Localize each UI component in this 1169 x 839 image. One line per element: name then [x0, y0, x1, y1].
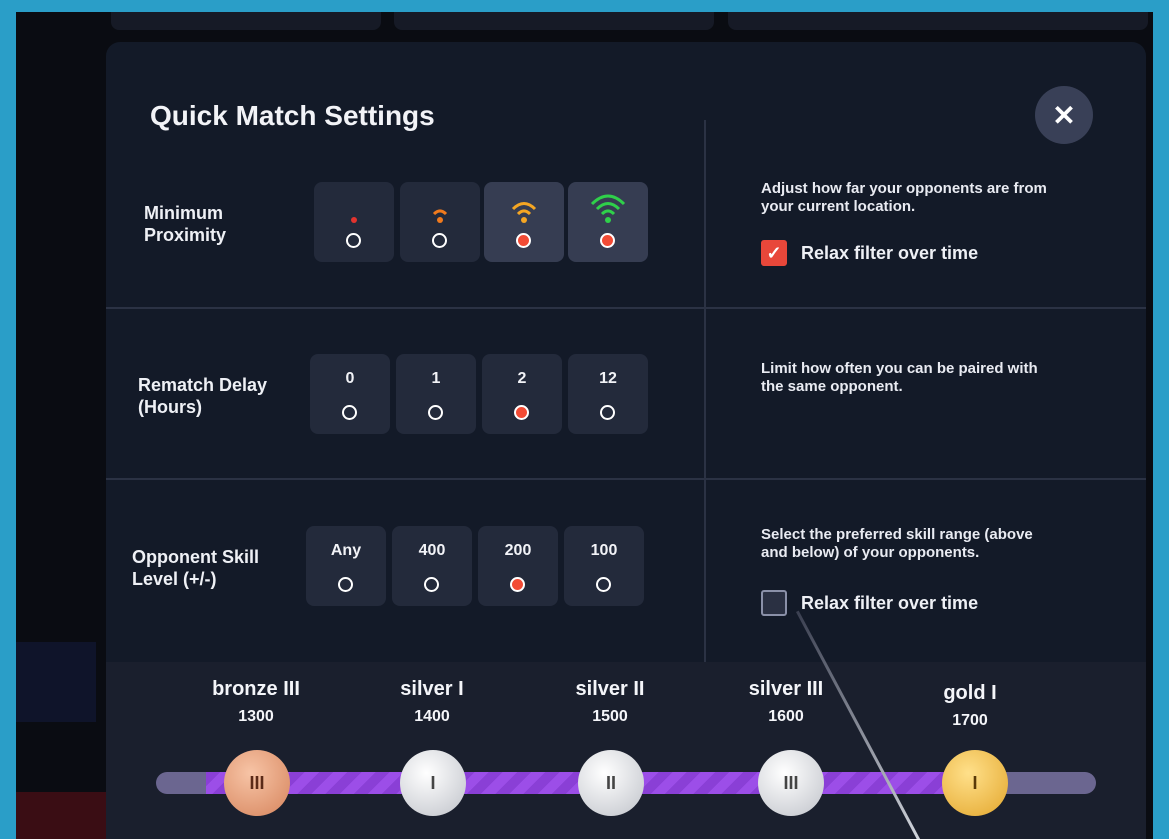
rematch-radio-0[interactable]: [342, 405, 357, 420]
quick-match-settings-dialog: Quick Match Settings ✕ Minimum Proximity: [106, 42, 1146, 839]
medal-label: III: [783, 772, 799, 793]
medal-label: III: [249, 772, 265, 793]
proximity-label: Minimum Proximity: [144, 202, 226, 246]
rank-name-silver-ii: silver II: [575, 678, 645, 700]
signal-3-icon: [511, 202, 537, 223]
skill-label: Opponent Skill Level (+/-): [132, 546, 259, 590]
skill-radio-100[interactable]: [596, 577, 611, 592]
rank-name-bronze-iii: bronze III: [212, 678, 300, 700]
skill-option-200[interactable]: 200: [478, 526, 558, 606]
skill-option-label: Any: [330, 542, 362, 559]
top-tab-right[interactable]: [728, 12, 1148, 30]
skill-range-fill: [206, 772, 946, 794]
skill-option-label: 400: [418, 542, 446, 559]
skill-label-line1: Opponent Skill: [132, 547, 260, 567]
skill-radio-any[interactable]: [338, 577, 353, 592]
rank-medal-silver-i[interactable]: I: [400, 750, 466, 816]
rank-score-1500: 1500: [592, 708, 628, 725]
skill-option-label: 100: [590, 542, 618, 559]
rematch-label-line1: Rematch Delay: [138, 375, 268, 395]
proximity-radio-1[interactable]: [346, 233, 361, 248]
skill-option-any[interactable]: Any: [306, 526, 386, 606]
rank-medal-silver-ii[interactable]: II: [578, 750, 644, 816]
skill-description: Select the preferred skill range (above …: [761, 526, 1033, 562]
checkmark-icon: ✓: [766, 242, 782, 263]
rematch-option-label: 0: [345, 370, 355, 387]
rematch-label: Rematch Delay (Hours): [138, 374, 267, 418]
rematch-option-2[interactable]: 2: [482, 354, 562, 434]
signal-1-icon: [351, 217, 357, 223]
proximity-label-line1: Minimum: [144, 203, 223, 223]
top-tab-left[interactable]: [111, 12, 381, 30]
skill-radio-200[interactable]: [510, 577, 525, 592]
skill-label-line2: Level (+/-): [132, 569, 217, 589]
proximity-description-line1: Adjust how far your opponents are from: [761, 180, 1047, 197]
skill-relax-checkbox[interactable]: [761, 590, 787, 616]
rank-score-1400: 1400: [414, 708, 450, 725]
proximity-radio-3[interactable]: [516, 233, 531, 248]
close-icon: ✕: [1052, 99, 1076, 131]
proximity-option-3[interactable]: [484, 182, 564, 262]
rank-score-1600: 1600: [768, 708, 804, 725]
rematch-option-label: 12: [599, 370, 617, 387]
column-divider: [704, 120, 706, 700]
skill-option-label: 200: [504, 542, 532, 559]
rematch-option-1[interactable]: 1: [396, 354, 476, 434]
signal-4-icon: [590, 194, 626, 223]
proximity-description: Adjust how far your opponents are from y…: [761, 180, 1047, 216]
rematch-description: Limit how often you can be paired with t…: [761, 360, 1038, 396]
rematch-description-line2: the same opponent.: [761, 378, 903, 395]
skill-description-line1: Select the preferred skill range (above: [761, 526, 1033, 543]
rematch-radio-12[interactable]: [600, 405, 615, 420]
rank-medal-silver-iii[interactable]: III: [758, 750, 824, 816]
rank-medal-bronze-iii[interactable]: III: [224, 750, 290, 816]
top-tab-middle[interactable]: [394, 12, 714, 30]
skill-radio-400[interactable]: [424, 577, 439, 592]
proximity-option-4[interactable]: [568, 182, 648, 262]
row-divider-1: [106, 307, 1146, 309]
skill-description-line2: and below) of your opponents.: [761, 544, 980, 561]
vr-scene-background: Quick Match Settings ✕ Minimum Proximity: [16, 12, 1153, 839]
rank-score-1300: 1300: [238, 708, 274, 725]
proximity-radio-4[interactable]: [600, 233, 615, 248]
row-divider-2: [106, 478, 1146, 480]
background-glow: [16, 642, 96, 722]
skill-option-100[interactable]: 100: [564, 526, 644, 606]
rematch-label-line2: (Hours): [138, 397, 202, 417]
proximity-relax-checkbox-row[interactable]: ✓ Relax filter over time: [761, 240, 978, 266]
proximity-description-line2: your current location.: [761, 198, 916, 215]
rematch-option-label: 1: [431, 370, 441, 387]
rematch-radio-2[interactable]: [514, 405, 529, 420]
rank-name-silver-i: silver I: [400, 678, 464, 700]
rank-name-gold-i: gold I: [943, 682, 997, 704]
rematch-description-line1: Limit how often you can be paired with: [761, 360, 1038, 377]
proximity-label-line2: Proximity: [144, 225, 227, 245]
dialog-title: Quick Match Settings: [150, 100, 435, 131]
medal-label: II: [605, 772, 616, 793]
close-button[interactable]: ✕: [1035, 86, 1093, 144]
proximity-relax-label: Relax filter over time: [801, 242, 979, 263]
proximity-relax-checkbox[interactable]: ✓: [761, 240, 787, 266]
medal-label: I: [972, 772, 978, 793]
rematch-option-label: 2: [517, 370, 527, 387]
rematch-option-0[interactable]: 0: [310, 354, 390, 434]
proximity-option-1[interactable]: [314, 182, 394, 262]
rank-medal-gold-i[interactable]: I: [942, 750, 1008, 816]
proximity-radio-2[interactable]: [432, 233, 447, 248]
skill-relax-checkbox-row[interactable]: Relax filter over time: [761, 590, 978, 616]
medal-label: I: [430, 772, 436, 793]
skill-relax-label: Relax filter over time: [801, 592, 979, 613]
rematch-radio-1[interactable]: [428, 405, 443, 420]
proximity-option-2[interactable]: [400, 182, 480, 262]
rematch-option-12[interactable]: 12: [568, 354, 648, 434]
signal-2-icon: [432, 209, 448, 223]
rank-score-1700: 1700: [952, 712, 988, 729]
skill-option-400[interactable]: 400: [392, 526, 472, 606]
background-red-panel: [16, 792, 106, 839]
